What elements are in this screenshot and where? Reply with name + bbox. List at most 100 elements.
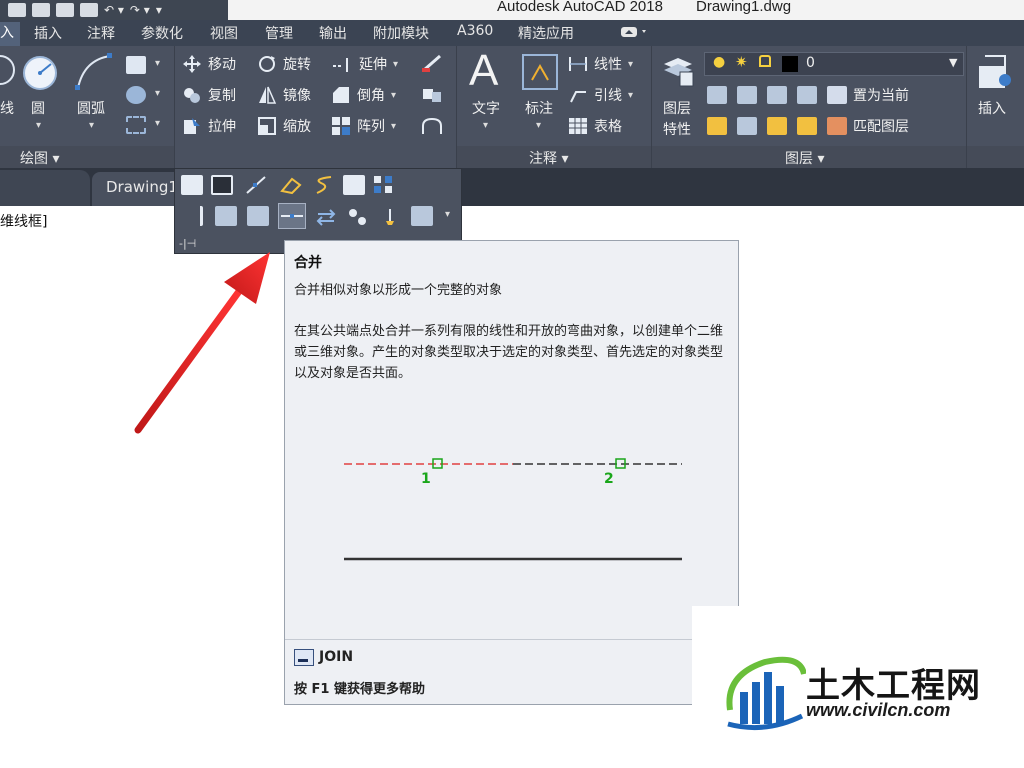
rectangle-dropdown-icon[interactable]: ▾ (155, 58, 160, 69)
undo-icon[interactable]: ↶ ▾ (104, 3, 124, 17)
boundary-icon[interactable] (126, 116, 146, 134)
insert-block-label[interactable]: 插入 (978, 98, 1006, 118)
layer-properties-label-1[interactable]: 图层 (663, 98, 691, 118)
rotate-button[interactable]: 旋转 (257, 54, 311, 74)
rectangle-icon[interactable] (126, 56, 146, 74)
text-icon[interactable]: A (469, 46, 498, 96)
match-layer-button[interactable]: 匹配图层 (827, 116, 909, 136)
tab-manage[interactable]: 管理 (265, 23, 293, 43)
line-icon[interactable] (0, 52, 16, 88)
chamfer-button[interactable]: 倒角 ▾ (331, 85, 396, 105)
edit-array-icon[interactable] (373, 175, 395, 195)
layer-properties-icon[interactable] (660, 52, 696, 88)
edit-polyline-icon[interactable] (343, 175, 365, 195)
layer-isolate-icon[interactable] (737, 86, 757, 104)
circle-icon[interactable] (21, 54, 59, 92)
customize-qat-icon[interactable]: ▾ (156, 3, 162, 17)
set-to-bylayer-icon[interactable] (379, 207, 401, 227)
explode-icon[interactable] (420, 84, 444, 106)
dimension-button-label[interactable]: 标注 (525, 98, 553, 118)
linear-dimension-button[interactable]: 线性 ▾ (568, 54, 633, 74)
layers-panel-label[interactable]: 图层 ▾ (785, 148, 824, 168)
set-current-button[interactable]: 置为当前 (827, 85, 909, 105)
insert-block-icon[interactable] (975, 52, 1015, 92)
array-dropdown-icon[interactable]: ▾ (391, 121, 396, 132)
save-icon[interactable] (32, 3, 50, 17)
ribbon-minimize-icon[interactable] (620, 25, 650, 39)
layer-lock-tool-icon[interactable] (797, 86, 817, 104)
copy-button[interactable]: 复制 (182, 85, 236, 105)
tab-view[interactable]: 视图 (210, 23, 238, 43)
layer-dropdown-arrow-icon[interactable]: ▼ (949, 56, 957, 69)
extend-button[interactable]: 延伸 ▾ (331, 54, 398, 74)
line-button-label[interactable]: 线 (0, 98, 14, 118)
hatch-edit-icon[interactable] (211, 175, 233, 195)
arc-icon[interactable] (74, 52, 114, 92)
annotation-panel-label[interactable]: 注释 ▾ (529, 148, 568, 168)
leader-button[interactable]: 引线 ▾ (568, 85, 633, 105)
layer-unlock-icon[interactable] (797, 117, 817, 135)
layer-freeze-tool-icon[interactable] (767, 86, 787, 104)
viewport-controls[interactable]: 维线框] (0, 211, 47, 231)
table-button[interactable]: 表格 (568, 116, 622, 136)
save-as-icon[interactable] (56, 3, 74, 17)
dimension-icon[interactable] (520, 52, 560, 92)
layer-lock-icon[interactable] (759, 55, 771, 67)
hatch-dropdown-icon[interactable]: ▾ (155, 88, 160, 99)
circle-button-label[interactable]: 圆 (31, 98, 45, 118)
draw-order-dropdown-icon[interactable]: ▾ (445, 209, 450, 220)
plot-icon[interactable] (80, 3, 98, 17)
layer-unisolate-icon[interactable] (737, 117, 757, 135)
tab-insert[interactable]: 插入 (34, 23, 62, 43)
layer-color-swatch[interactable] (782, 56, 798, 72)
align-icon[interactable] (347, 207, 369, 227)
layer-on-icon[interactable]: ● (713, 54, 725, 70)
erase-icon[interactable] (420, 52, 444, 74)
break-between-icon[interactable] (247, 206, 269, 226)
leader-dropdown-icon[interactable]: ▾ (628, 90, 633, 101)
tab-output[interactable]: 输出 (319, 23, 347, 43)
chamfer-dropdown-icon[interactable]: ▾ (391, 90, 396, 101)
layer-dropdown[interactable]: ● ✷ 0 ▼ (704, 52, 964, 76)
start-tab[interactable] (0, 170, 90, 206)
dimension-dropdown-icon[interactable]: ▾ (536, 120, 541, 131)
linear-dropdown-icon[interactable]: ▾ (628, 59, 633, 70)
tab-a360[interactable]: A360 (457, 23, 493, 39)
erase-tool-icon[interactable] (280, 175, 302, 195)
circle-dropdown-icon[interactable]: ▾ (36, 120, 41, 131)
break-at-point-icon[interactable] (245, 175, 267, 195)
tab-featured-apps[interactable]: 精选应用 (518, 23, 574, 43)
redo-icon[interactable]: ↷ ▾ (130, 3, 150, 17)
tab-annotate[interactable]: 注释 (87, 23, 115, 43)
stretch-button[interactable]: 拉伸 (182, 116, 236, 136)
pin-icon[interactable]: -|⊣ (179, 237, 196, 250)
mirror-button[interactable]: 镜像 (257, 85, 311, 105)
boundary-dropdown-icon[interactable]: ▾ (155, 118, 160, 129)
offset-icon[interactable] (420, 116, 444, 138)
layer-freeze-icon[interactable]: ✷ (735, 53, 748, 71)
break-icon[interactable] (215, 206, 237, 226)
layer-on-all-icon[interactable] (707, 117, 727, 135)
arc-dropdown-icon[interactable]: ▾ (89, 120, 94, 131)
trim-icon[interactable] (181, 206, 203, 226)
layer-off-icon[interactable] (707, 86, 727, 104)
draw-order-icon[interactable] (411, 206, 433, 226)
text-dropdown-icon[interactable]: ▾ (483, 120, 488, 131)
layer-properties-label-2[interactable]: 特性 (663, 119, 691, 139)
arc-button-label[interactable]: 圆弧 (77, 98, 105, 118)
spline-icon[interactable] (313, 175, 335, 195)
scale-button[interactable]: 缩放 (257, 116, 311, 136)
join-button[interactable] (278, 203, 306, 229)
open-icon[interactable] (8, 3, 26, 17)
draworder-icon[interactable] (181, 175, 203, 195)
move-button[interactable]: 移动 (182, 54, 236, 74)
reverse-icon[interactable] (315, 207, 337, 227)
text-button-label[interactable]: 文字 (472, 98, 500, 118)
array-button[interactable]: 阵列 ▾ (331, 116, 396, 136)
hatch-icon[interactable] (126, 86, 146, 104)
extend-dropdown-icon[interactable]: ▾ (393, 59, 398, 70)
tab-addins[interactable]: 附加模块 (373, 23, 429, 43)
tab-home[interactable]: 入 (0, 22, 20, 46)
draw-panel-label[interactable]: 绘图 ▾ (20, 148, 59, 168)
tab-parametric[interactable]: 参数化 (141, 23, 183, 43)
